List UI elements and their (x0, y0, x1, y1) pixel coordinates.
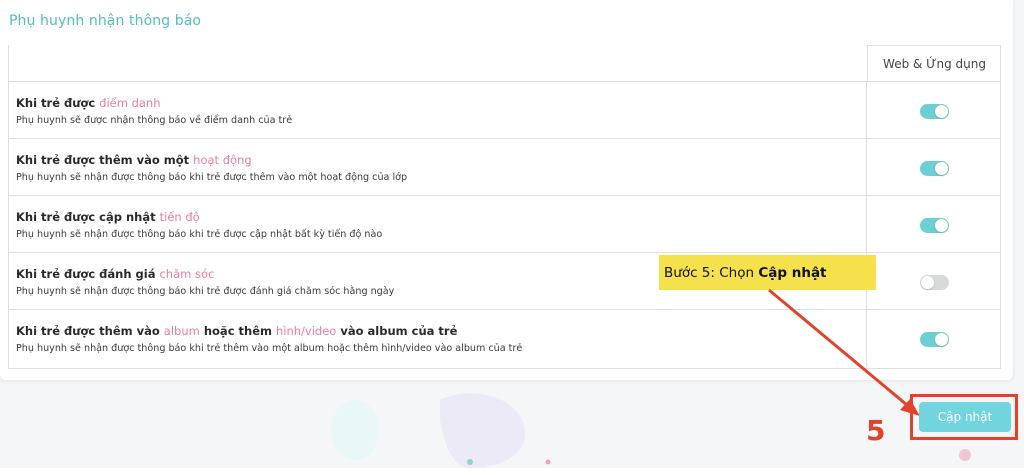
toggle-knob (935, 162, 948, 175)
column-header-web-app: Web & Ứng dụng (867, 45, 1001, 81)
update-button[interactable]: Cập nhật (919, 402, 1011, 432)
callout-target: Cập nhật (758, 264, 827, 281)
table-row: Khi trẻ được thêm vào một hoạt động Phụ … (9, 138, 1000, 195)
row-description: Phụ huynh sẽ nhận được thông báo khi trẻ… (16, 286, 395, 297)
toggle-album[interactable] (920, 332, 949, 347)
table-row: Khi trẻ được điểm danh Phụ huynh sẽ được… (9, 81, 1000, 138)
row-title-highlight: hình/video (276, 324, 337, 338)
toggle-activity[interactable] (920, 161, 949, 176)
row-title: Khi trẻ được cập nhật tiến độ (16, 210, 200, 224)
toggle-care-evaluation[interactable] (920, 275, 949, 290)
table-row: Khi trẻ được cập nhật tiến độ Phụ huynh … (9, 195, 1000, 252)
step-number: 5 (866, 414, 886, 447)
row-title-highlight: hoạt động (193, 153, 252, 167)
row-title: Khi trẻ được thêm vào một hoạt động (16, 153, 252, 167)
row-title: Khi trẻ được thêm vào album hoặc thêm hì… (16, 324, 458, 338)
toggle-attendance[interactable] (920, 104, 949, 119)
table-header: Web & Ứng dụng (9, 45, 1002, 81)
toggle-knob (935, 105, 948, 118)
row-description: Phụ huynh sẽ nhận được thông báo khi trẻ… (16, 229, 383, 240)
notification-table: Web & Ứng dụng Khi trẻ được điểm danh Ph… (8, 45, 1001, 369)
row-description: Phụ huynh sẽ được nhận thông báo về điểm… (16, 115, 293, 126)
toggle-progress[interactable] (920, 218, 949, 233)
notification-settings-card: Phụ huynh nhận thông báo Web & Ứng dụng … (0, 0, 1013, 380)
row-title-highlight: điểm danh (99, 96, 161, 110)
row-title-highlight: chăm sóc (159, 267, 215, 281)
toggle-knob (935, 219, 948, 232)
toggle-knob (921, 276, 934, 289)
row-title: Khi trẻ được đánh giá chăm sóc (16, 267, 215, 281)
row-title-highlight: tiến độ (159, 210, 200, 224)
row-title: Khi trẻ được điểm danh (16, 96, 161, 110)
row-title-highlight: album (163, 324, 200, 338)
row-description: Phụ huynh sẽ nhận được thông báo khi trẻ… (16, 343, 523, 354)
row-description: Phụ huynh sẽ nhận được thông báo khi trẻ… (16, 172, 408, 183)
table-row: Khi trẻ được thêm vào album hoặc thêm hì… (9, 309, 1000, 368)
toggle-knob (935, 333, 948, 346)
section-title: Phụ huynh nhận thông báo (9, 13, 202, 29)
step-callout: Bước 5: Chọn Cập nhật (659, 255, 876, 290)
